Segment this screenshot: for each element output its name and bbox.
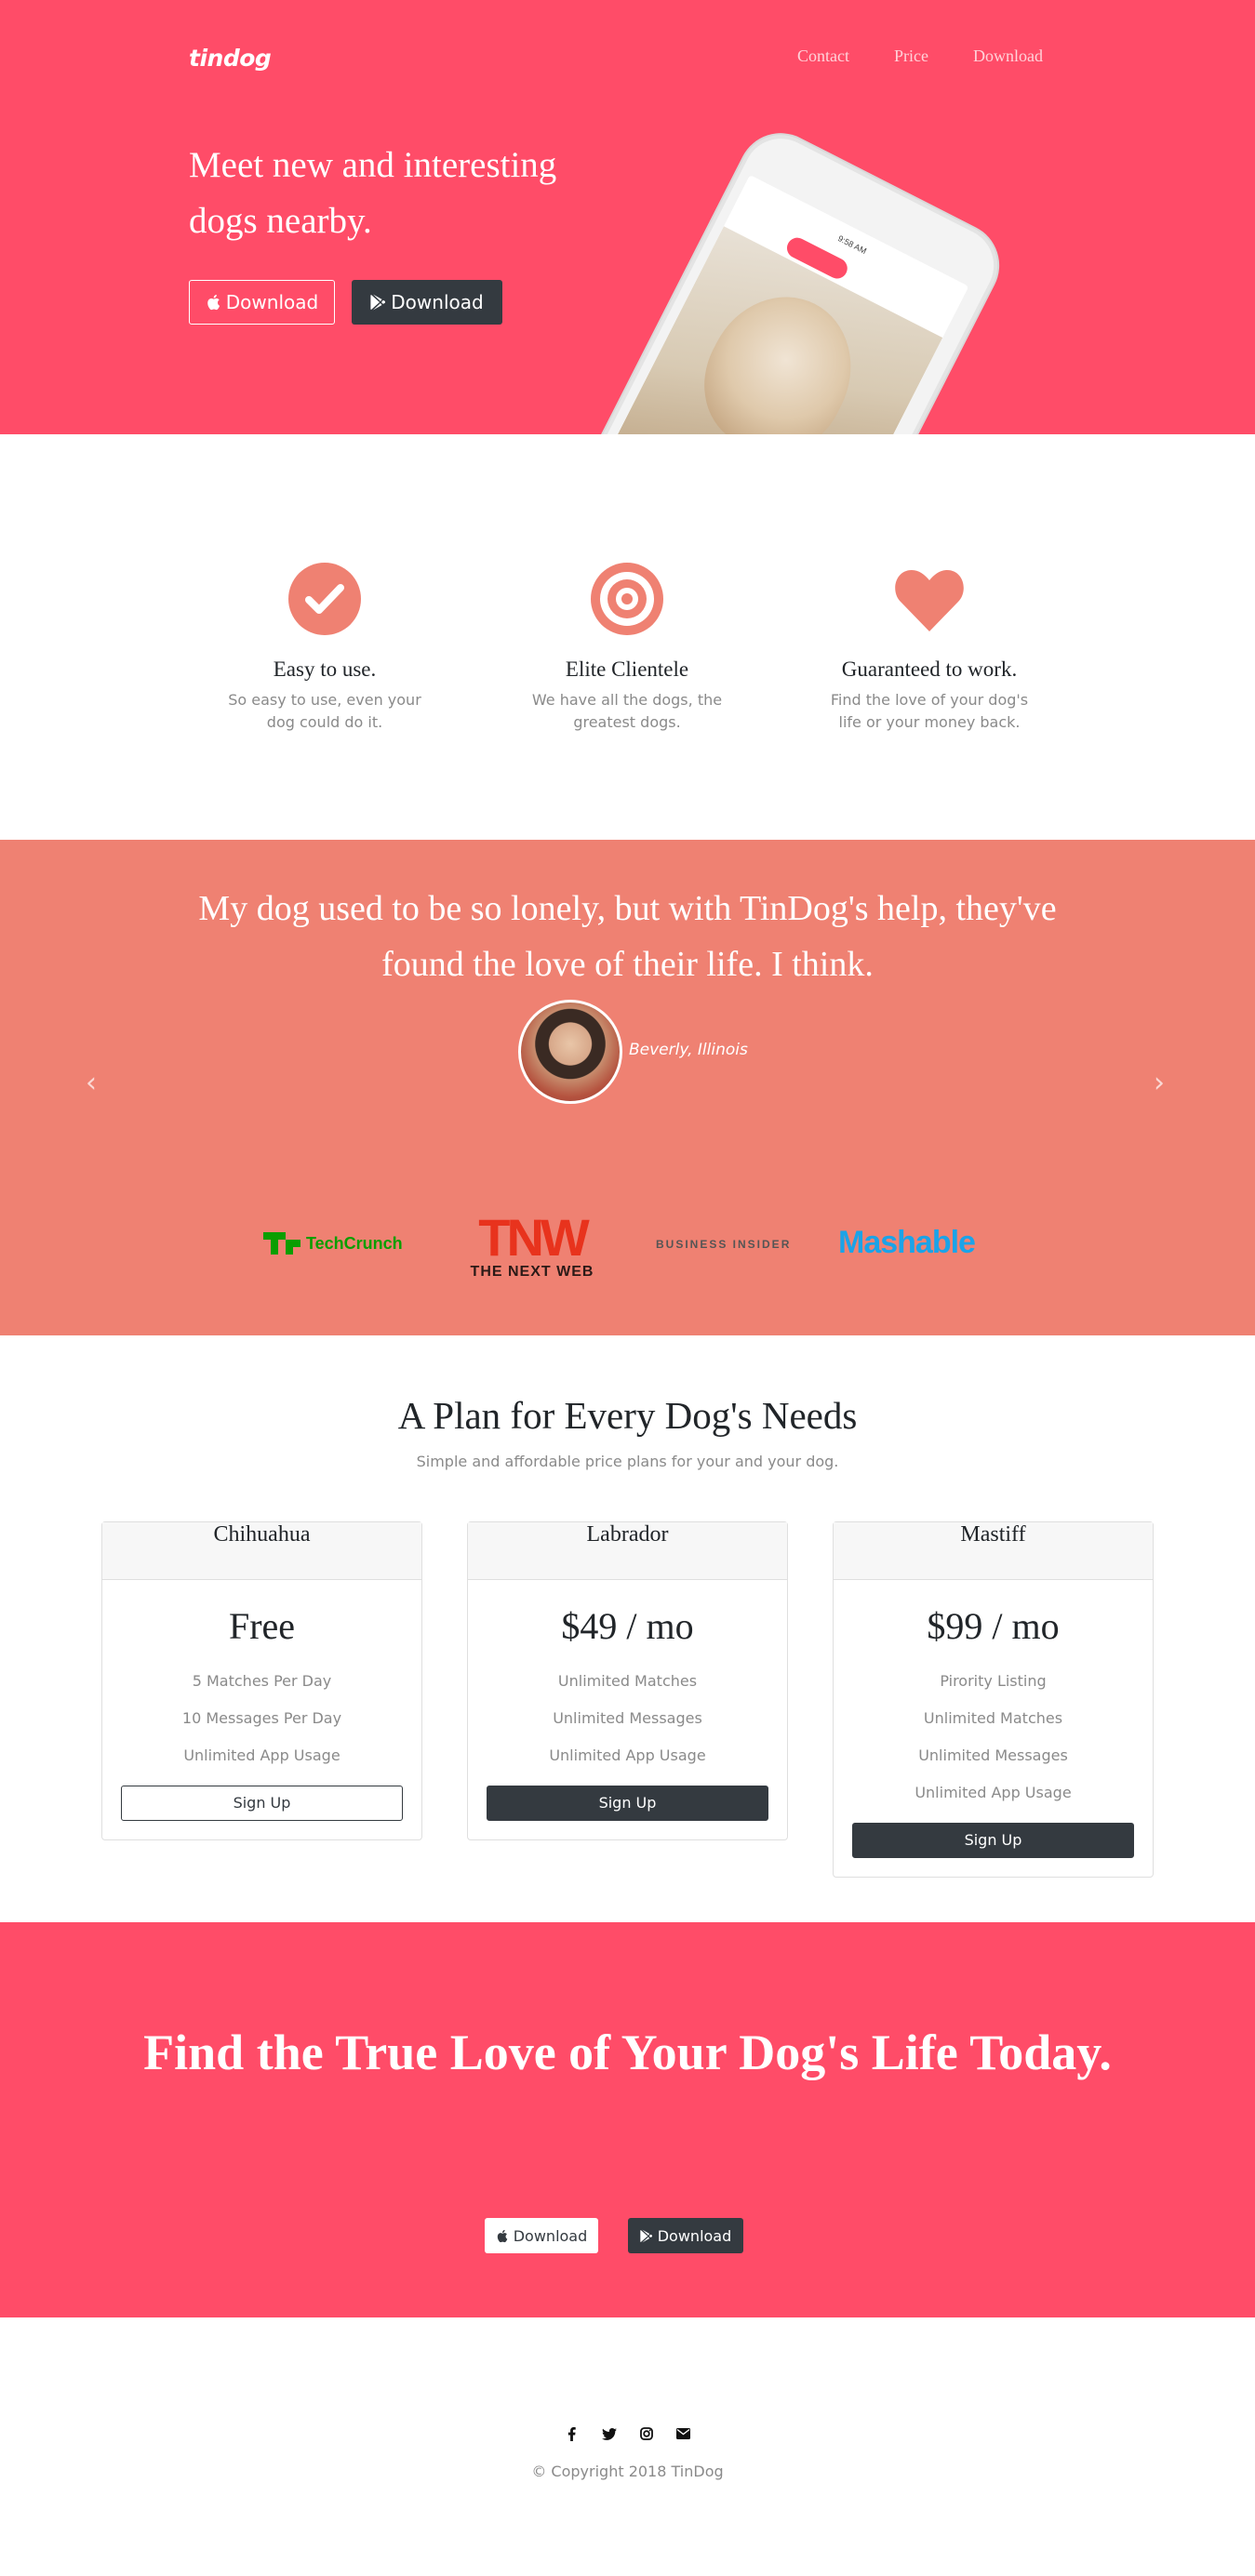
plan-feature: Unlimited Matches xyxy=(557,1672,698,1690)
copyright-text: © Copyright 2018 TinDog xyxy=(531,2463,724,2480)
hero-section: tindog Contact Price Download Meet new a… xyxy=(0,0,1255,434)
feature-title: Elite Clientele xyxy=(565,657,689,681)
sign-up-button[interactable]: Sign Up xyxy=(487,1786,768,1821)
testimonial-author: Beverly, Illinois xyxy=(629,1041,748,1059)
pricing-section: A Plan for Every Dog's Needs Simple and … xyxy=(0,1335,1255,1922)
check-circle-icon xyxy=(288,563,361,635)
feature-guaranteed: Guaranteed to work. Find the love of you… xyxy=(825,563,1034,734)
apple-icon xyxy=(497,2229,508,2242)
plan-price: $49 / mo xyxy=(561,1605,694,1647)
plan-name: Chihuahua xyxy=(102,1522,421,1580)
sign-up-button[interactable]: Sign Up xyxy=(852,1823,1134,1858)
feature-text: So easy to use, even your dog could do i… xyxy=(228,691,421,731)
bullseye-icon xyxy=(591,563,663,635)
twitter-icon[interactable] xyxy=(601,2425,618,2442)
google-play-icon xyxy=(640,2229,652,2242)
hero-apple-download-button[interactable]: Download xyxy=(189,280,335,325)
nav-contact[interactable]: Contact xyxy=(797,46,849,66)
mashable-logo: Mashable xyxy=(838,1225,976,1260)
tnw-logo: TNW THE NEXT WEB xyxy=(470,1208,594,1281)
pricing-card-mastiff: Mastiff $99 / mo Pirority Listing Unlimi… xyxy=(833,1521,1154,1878)
hero-apple-download-label: Download xyxy=(225,291,319,313)
envelope-icon[interactable] xyxy=(675,2425,692,2442)
cta-play-download-button[interactable]: Download xyxy=(628,2218,743,2253)
plan-feature: Unlimited App Usage xyxy=(915,1784,1072,1801)
cta-section: Find the True Love of Your Dog's Life To… xyxy=(0,1922,1255,2317)
testimonial-avatar xyxy=(518,1000,622,1104)
social-links xyxy=(0,2425,1255,2442)
nav-price[interactable]: Price xyxy=(894,46,928,66)
top-nav: Contact Price Download xyxy=(753,46,1043,66)
nav-download[interactable]: Download xyxy=(973,46,1043,66)
plan-feature: Unlimited Messages xyxy=(918,1746,1068,1764)
press-logos: TechCrunch TNW THE NEXT WEB BUSINESS INS… xyxy=(0,1212,1255,1286)
instagram-icon[interactable] xyxy=(638,2425,655,2442)
business-insider-logo: BUSINESS INSIDER xyxy=(656,1238,792,1251)
sign-up-button[interactable]: Sign Up xyxy=(121,1786,403,1821)
pricing-subtitle: Simple and affordable price plans for yo… xyxy=(416,1453,839,1470)
feature-elite-clientele: Elite Clientele We have all the dogs, th… xyxy=(523,563,731,734)
carousel-next-icon[interactable]: › xyxy=(1154,1067,1165,1099)
testimonial-quote: My dog used to be so lonely, but with Ti… xyxy=(198,889,1057,984)
plan-feature: Unlimited App Usage xyxy=(183,1746,340,1764)
plan-feature: 10 Messages Per Day xyxy=(181,1709,342,1727)
plan-feature: Unlimited Messages xyxy=(553,1709,702,1727)
pricing-card-labrador: Labrador $49 / mo Unlimited Matches Unli… xyxy=(467,1521,788,1840)
techcrunch-logo: TechCrunch xyxy=(263,1232,403,1255)
plan-feature: Unlimited Matches xyxy=(923,1709,1063,1727)
techcrunch-mark-icon xyxy=(263,1232,300,1255)
cta-apple-download-button[interactable]: Download xyxy=(485,2218,598,2253)
plan-price: $99 / mo xyxy=(927,1605,1060,1647)
cta-apple-download-label: Download xyxy=(513,2226,588,2245)
carousel-prev-icon[interactable]: ‹ xyxy=(86,1067,97,1099)
feature-title: Guaranteed to work. xyxy=(841,657,1018,681)
plan-name: Labrador xyxy=(468,1522,787,1580)
features-section: Easy to use. So easy to use, even your d… xyxy=(0,434,1255,840)
apple-icon xyxy=(207,294,220,311)
hero-play-download-button[interactable]: Download xyxy=(352,280,502,325)
feature-text: We have all the dogs, the greatest dogs. xyxy=(531,691,723,731)
brand-logo[interactable]: tindog xyxy=(189,45,272,72)
heart-icon xyxy=(895,570,964,631)
plan-feature: Pirority Listing xyxy=(940,1672,1047,1690)
feature-text: Find the love of your dog's life or your… xyxy=(830,691,1029,731)
feature-easy-to-use: Easy to use. So easy to use, even your d… xyxy=(220,563,429,734)
footer: © Copyright 2018 TinDog xyxy=(0,2317,1255,2576)
plan-price: Free xyxy=(228,1605,296,1647)
facebook-icon[interactable] xyxy=(564,2425,581,2442)
hero-play-download-label: Download xyxy=(391,291,484,313)
plan-feature: Unlimited App Usage xyxy=(549,1746,706,1764)
plan-name: Mastiff xyxy=(834,1522,1153,1580)
pricing-title: A Plan for Every Dog's Needs xyxy=(397,1394,858,1437)
pricing-card-chihuahua: Chihuahua Free 5 Matches Per Day 10 Mess… xyxy=(101,1521,422,1840)
hero-title: Meet new and interesting dogs nearby. xyxy=(189,145,557,241)
plan-feature: 5 Matches Per Day xyxy=(192,1672,332,1690)
google-play-icon xyxy=(370,294,386,311)
cta-play-download-label: Download xyxy=(657,2226,732,2245)
cta-title: Find the True Love of Your Dog's Life To… xyxy=(143,2025,1112,2080)
testimonial-section: ‹ › My dog used to be so lonely, but wit… xyxy=(0,840,1255,1335)
feature-title: Easy to use. xyxy=(273,657,377,681)
